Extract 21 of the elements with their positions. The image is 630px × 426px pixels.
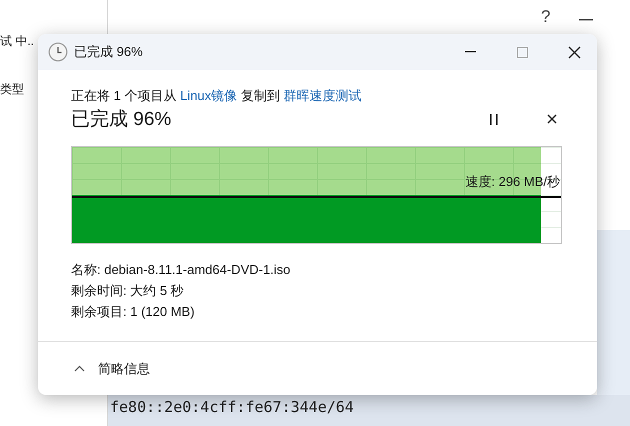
- detail-text: 剩余时间: 大约 5 秒: [71, 282, 185, 300]
- detail-text: 名称: debian-8.11.1-amd64-DVD-1.iso: [71, 261, 292, 279]
- details-toggle[interactable]: 简略信息: [74, 360, 150, 378]
- copy-message: 正在将 1 个项目从 Linux镜像 复制到 群晖速度测试: [71, 87, 362, 105]
- minimize-icon[interactable]: [579, 19, 593, 21]
- detail-text: 剩余项目: 1 (120 MB): [71, 303, 196, 321]
- window-title: 已完成 96%: [74, 43, 144, 61]
- cancel-icon[interactable]: [547, 114, 557, 124]
- minimize-icon[interactable]: [464, 51, 476, 53]
- progress-status: 已完成 96%: [71, 108, 172, 132]
- folder-link[interactable]: 群晖速度测试: [283, 88, 362, 103]
- chevron-icon: [74, 365, 85, 372]
- sidebar-item[interactable]: 试 中..: [0, 32, 34, 50]
- clock-icon: [48, 42, 68, 62]
- speed-label: 速度: 296 MB/秒: [465, 173, 560, 191]
- sidebar-item[interactable]: 类型: [0, 80, 24, 98]
- help-button[interactable]: ?: [541, 7, 550, 27]
- close-icon[interactable]: [568, 46, 580, 58]
- folder-link[interactable]: Linux镜像: [180, 88, 238, 103]
- pause-icon[interactable]: [490, 114, 498, 124]
- ip-address-text: fe80::2e0:4cff:fe67:344e/64: [110, 398, 354, 416]
